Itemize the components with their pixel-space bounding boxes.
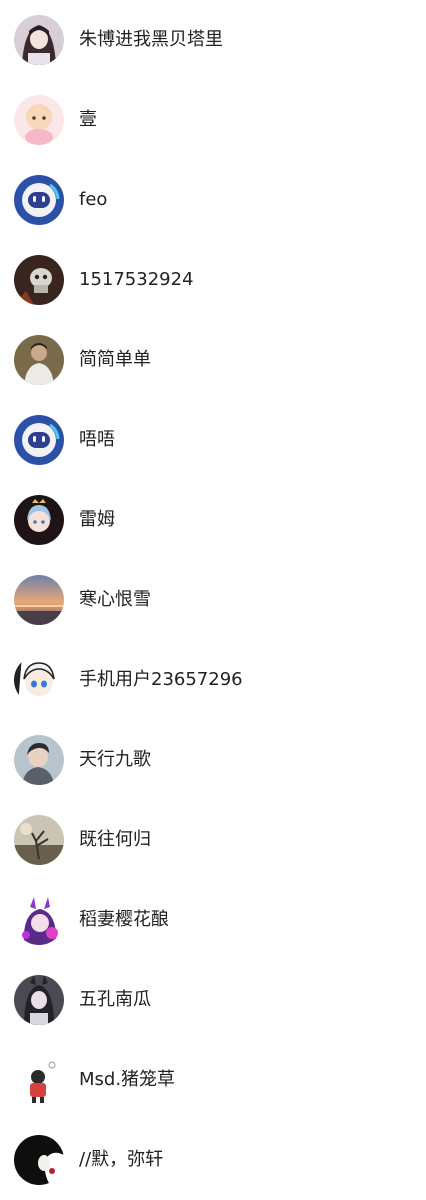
avatar[interactable] — [14, 815, 64, 865]
user-name[interactable]: 五孔南瓜 — [79, 960, 151, 1040]
user-name[interactable]: 唔唔 — [79, 400, 115, 480]
list-item[interactable]: 天行九歌 — [0, 720, 426, 800]
user-name[interactable]: 朱博进我黑贝塔里 — [79, 0, 223, 80]
avatar[interactable] — [14, 255, 64, 305]
avatar[interactable] — [14, 575, 64, 625]
avatar[interactable] — [14, 895, 64, 945]
list-item[interactable]: 五孔南瓜 — [0, 960, 426, 1040]
user-name[interactable]: 稻妻樱花酿 — [79, 880, 169, 960]
list-item[interactable]: Msd.猪笼草 — [0, 1040, 426, 1120]
list-item[interactable]: 寒心恨雪 — [0, 560, 426, 640]
avatar[interactable] — [14, 415, 64, 465]
avatar[interactable] — [14, 975, 64, 1025]
list-item[interactable]: 稻妻樱花酿 — [0, 880, 426, 960]
user-name[interactable]: feo — [79, 160, 107, 240]
user-name[interactable]: Msd.猪笼草 — [79, 1040, 175, 1120]
list-item[interactable]: 既往何归 — [0, 800, 426, 880]
list-item[interactable]: 朱博进我黑贝塔里 — [0, 0, 426, 80]
user-name[interactable]: 1517532924 — [79, 240, 194, 320]
user-name[interactable]: 壹 — [79, 80, 97, 160]
list-item[interactable]: 简简单单 — [0, 320, 426, 400]
user-name[interactable]: 天行九歌 — [79, 720, 151, 800]
avatar[interactable] — [14, 335, 64, 385]
user-name[interactable]: //默，弥轩 — [79, 1120, 163, 1200]
avatar[interactable] — [14, 495, 64, 545]
list-item[interactable]: 1517532924 — [0, 240, 426, 320]
user-name[interactable]: 简简单单 — [79, 320, 151, 400]
list-item[interactable]: 雷姆 — [0, 480, 426, 560]
user-list: 朱博进我黑贝塔里 壹 feo 1517532924 简简单单 唔唔 雷姆 寒心恨… — [0, 0, 426, 1199]
user-name[interactable]: 寒心恨雪 — [79, 560, 151, 640]
list-item[interactable]: 唔唔 — [0, 400, 426, 480]
list-item[interactable]: feo — [0, 160, 426, 240]
user-name[interactable]: 雷姆 — [79, 480, 115, 560]
avatar[interactable] — [14, 1055, 64, 1105]
list-item[interactable]: 壹 — [0, 80, 426, 160]
avatar[interactable] — [14, 175, 64, 225]
list-item[interactable]: 手机用户23657296 — [0, 640, 426, 720]
user-name[interactable]: 既往何归 — [79, 800, 151, 880]
avatar[interactable] — [14, 1135, 64, 1185]
avatar[interactable] — [14, 655, 64, 705]
list-item[interactable]: //默，弥轩 — [0, 1120, 426, 1200]
user-name[interactable]: 手机用户23657296 — [79, 640, 243, 720]
avatar[interactable] — [14, 15, 64, 65]
avatar[interactable] — [14, 95, 64, 145]
avatar[interactable] — [14, 735, 64, 785]
